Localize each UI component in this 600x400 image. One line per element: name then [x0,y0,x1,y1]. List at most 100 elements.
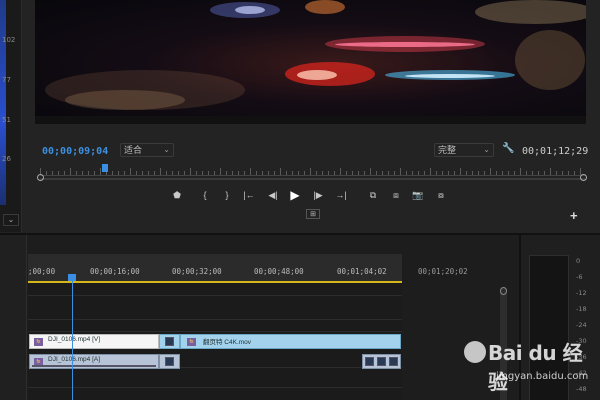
ruler-tick [208,171,209,175]
ruler-tick [376,171,377,175]
ruler-tick [508,171,509,175]
overwrite-icon[interactable]: ⧈ [388,188,404,202]
fx-badge: fx [187,338,196,346]
ruler-tick [370,168,371,175]
play-icon[interactable]: ▶ [287,188,303,202]
zoom-handle-left[interactable] [37,174,44,181]
audio-clip[interactable]: fx DJI_0106.mp4 [A] [29,354,159,369]
ruler-tick [124,171,125,175]
audio-clip[interactable] [159,354,180,369]
scope-tick: 77 [2,76,11,84]
ruler-tick [382,171,383,175]
video-preview[interactable] [35,0,586,116]
ruler-label: 00;00;32;00 [172,267,222,276]
ruler-tick [148,171,149,175]
ruler-tick [448,171,449,175]
zoom-fit-label: 适合 [124,145,143,155]
clip-name: DJI_0106.mp4 [V] [48,336,101,343]
ruler-tick [304,171,305,175]
timeline-playhead[interactable] [68,274,76,281]
ruler-tick [76,171,77,175]
video-clip[interactable] [159,334,180,349]
clip-thumbnail [389,357,398,366]
playback-quality-select[interactable]: 完整 ⌄ [434,143,494,157]
step-forward-icon[interactable]: |▶ [310,188,326,202]
ruler-tick [526,171,527,175]
ruler-tick [268,171,269,175]
video-clip[interactable]: fx 翻页特 C4K.mov [180,334,401,349]
button-editor-button[interactable]: + [570,208,578,223]
meter-db-label: -6 [576,273,583,281]
ruler-tick [532,171,533,175]
timeline-playhead-line [72,281,73,400]
program-monitor: 00;00;09;04 适合 ⌄ 完整 ⌄ 🔧 00;01;12;29 ⬟ {} |… [24,0,600,232]
zoom-fit-select[interactable]: 适合 ⌄ [120,143,174,157]
meter-db-label: -24 [576,321,587,329]
ruler-tick [460,168,461,175]
zoom-scroll-bar[interactable] [40,178,585,180]
ruler-tick [178,171,179,175]
ruler-tick [328,171,329,175]
ruler-tick [142,171,143,175]
clip-thumbnail [377,357,386,366]
compare-view-button[interactable]: ⊞ [306,209,320,219]
paw-logo-icon [464,341,486,363]
ruler-tick [556,171,557,175]
ruler-tick [154,171,155,175]
video-clip[interactable]: fx DJI_0106.mp4 [V] [29,334,159,349]
compare-icon[interactable]: ⧇ [433,188,449,202]
go-to-out-icon[interactable]: →| [333,188,349,202]
ruler-tick [274,171,275,175]
monitor-playhead[interactable] [102,164,108,172]
meter-db-label: 0 [576,257,581,265]
playback-quality-label: 完整 [438,145,457,155]
monitor-time-ruler[interactable] [40,162,585,176]
ruler-tick [424,171,425,175]
zoom-handle-right[interactable] [580,174,587,181]
track-headers [0,235,27,400]
scroll-knob[interactable] [500,287,507,295]
mark-in-icon[interactable]: { [197,188,213,202]
scope-tick: 102 [2,36,16,44]
ruler-tick [52,171,53,175]
ruler-tick [226,171,227,175]
ruler-tick [442,171,443,175]
ruler-tick [346,171,347,175]
audio-clip[interactable] [362,354,401,369]
ruler-tick [172,171,173,175]
ruler-tick [562,171,563,175]
chevron-down-icon: ⌄ [483,145,490,154]
ruler-tick [544,171,545,175]
ruler-tick [388,171,389,175]
ruler-tick [244,171,245,175]
baidu-watermark: Bai du 经验 jingyan.baidu.com [460,335,600,400]
scope-dropdown[interactable]: ⌄ [3,214,19,226]
marker-icon[interactable]: ⬟ [169,188,185,202]
ruler-tick [298,171,299,175]
ruler-tick [196,171,197,175]
ruler-tick [400,168,401,175]
scope-waveform [0,0,6,205]
ruler-tick [82,171,83,175]
ruler-tick [88,171,89,175]
ruler-tick [436,171,437,175]
fx-badge: fx [34,338,43,346]
go-to-in-icon[interactable]: |← [241,188,257,202]
wrench-icon[interactable]: 🔧 [502,143,514,154]
ruler-tick [46,171,47,175]
duration-timecode: 00;01;12;29 [522,146,589,157]
playhead-timecode[interactable]: 00;00;09;04 [42,146,108,157]
ruler-tick [484,171,485,175]
ruler-tick [568,171,569,175]
ruler-tick [118,171,119,175]
ruler-tick [58,171,59,175]
step-back-icon[interactable]: ◀| [265,188,281,202]
insert-icon[interactable]: ⧉ [365,188,381,202]
export-frame-icon[interactable]: 📷 [410,188,426,202]
ruler-tick [70,168,71,175]
ruler-tick [334,171,335,175]
ruler-tick [232,171,233,175]
clip-thumbnail [365,357,374,366]
mark-out-icon[interactable]: } [219,188,235,202]
ruler-tick [550,168,551,175]
